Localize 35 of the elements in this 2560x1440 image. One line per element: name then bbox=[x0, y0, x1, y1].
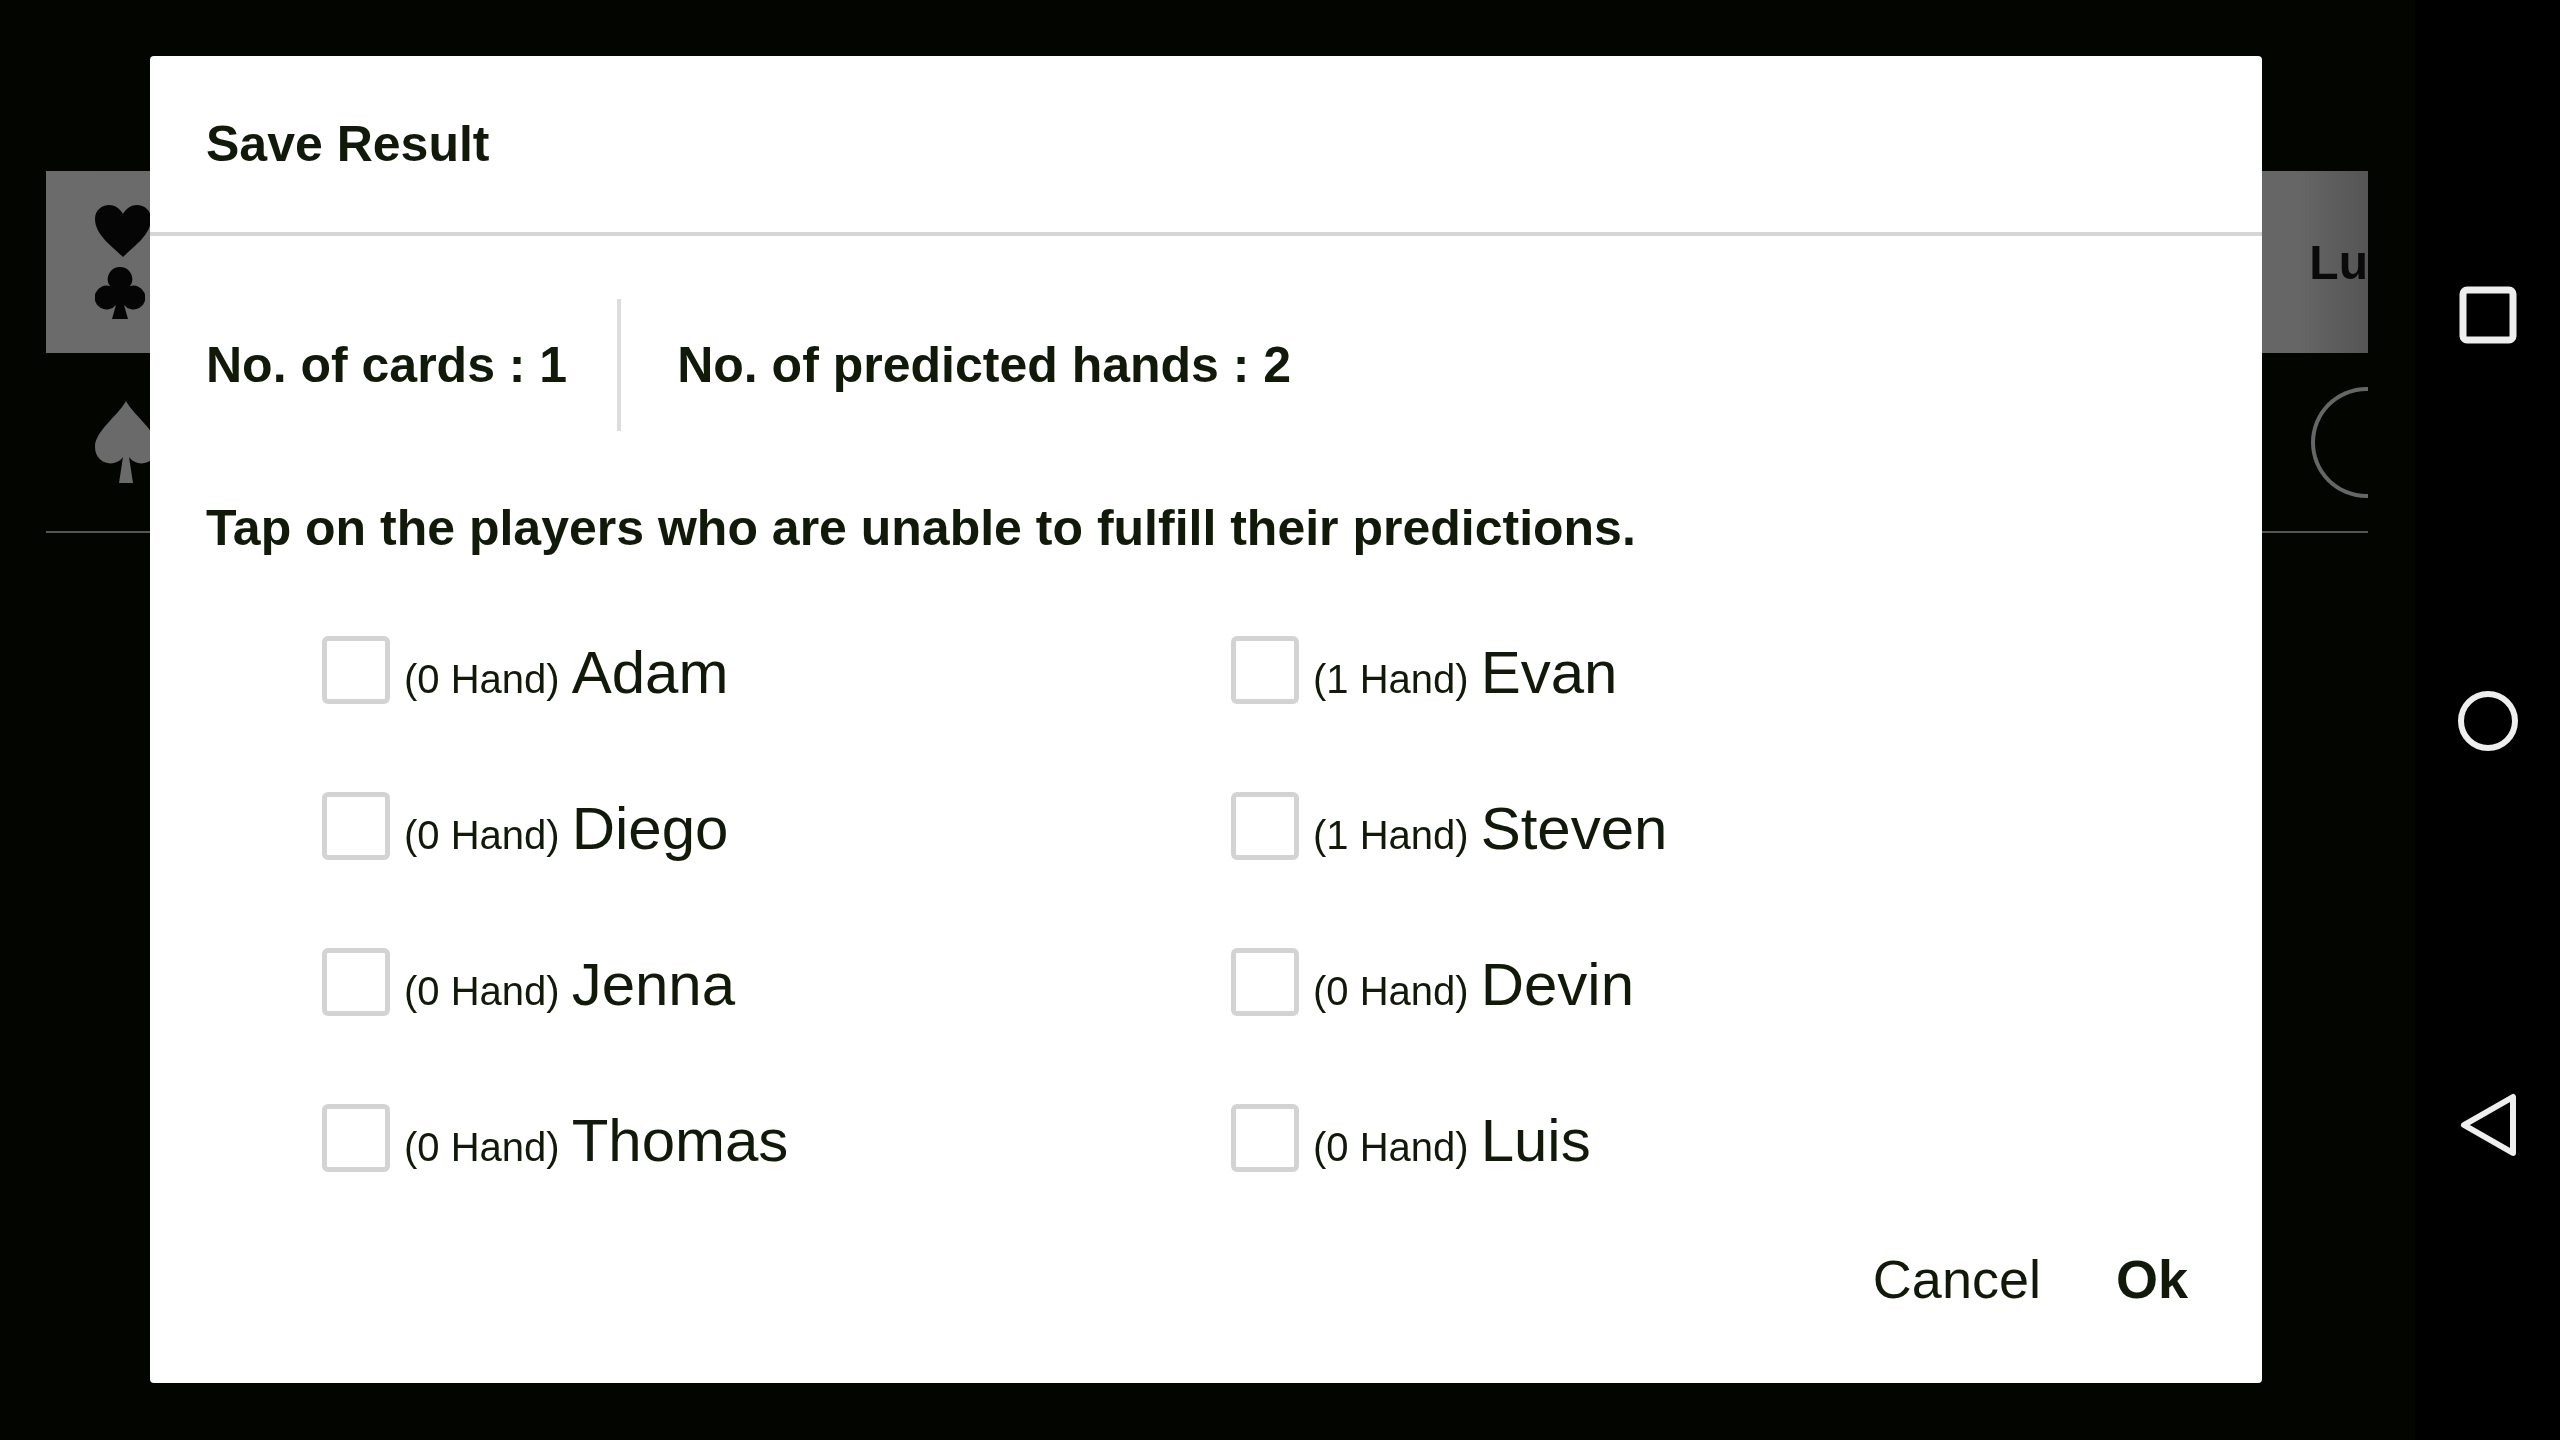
player-name: Thomas bbox=[571, 1105, 789, 1175]
checkbox[interactable] bbox=[1231, 636, 1299, 704]
hand-count: (0 Hand) bbox=[1313, 968, 1469, 1014]
heart-icon bbox=[95, 205, 151, 257]
club-icon bbox=[95, 267, 145, 319]
cancel-button[interactable]: Cancel bbox=[1856, 1229, 2057, 1329]
hand-count: (1 Hand) bbox=[1313, 812, 1469, 858]
player-name: Diego bbox=[571, 793, 729, 863]
checkbox[interactable] bbox=[1231, 792, 1299, 860]
stat-text: No. of cards : 1 bbox=[206, 336, 568, 394]
checkbox[interactable] bbox=[322, 636, 390, 704]
player-name: Lu bbox=[2309, 234, 2368, 290]
dialog-title: Save Result bbox=[206, 115, 490, 173]
hand-count: (0 Hand) bbox=[404, 1124, 560, 1170]
player-name: Evan bbox=[1480, 637, 1618, 707]
hand-count: (0 Hand) bbox=[404, 968, 560, 1014]
hand-count: (0 Hand) bbox=[404, 656, 560, 702]
stat-text: No. of predicted hands : 2 bbox=[677, 336, 1292, 394]
checkbox[interactable] bbox=[1231, 1104, 1299, 1172]
home-button[interactable] bbox=[2456, 690, 2519, 752]
player-name: Devin bbox=[1480, 949, 1635, 1019]
overview-button[interactable] bbox=[2458, 286, 2517, 344]
hand-count: (0 Hand) bbox=[404, 812, 560, 858]
checkbox[interactable] bbox=[322, 948, 390, 1016]
player-name: Jenna bbox=[571, 949, 736, 1019]
player-name: Adam bbox=[571, 637, 729, 707]
checkbox[interactable] bbox=[322, 792, 390, 860]
player-name: Luis bbox=[1480, 1105, 1591, 1175]
player-name: Steven bbox=[1480, 793, 1668, 863]
hand-count: (0 Hand) bbox=[1313, 1124, 1469, 1170]
checkbox[interactable] bbox=[1231, 948, 1299, 1016]
hand-count: (1 Hand) bbox=[1313, 656, 1469, 702]
checkbox[interactable] bbox=[322, 1104, 390, 1172]
ok-button[interactable]: Ok bbox=[2099, 1229, 2204, 1329]
instruction-text: Tap on the players who are unable to fulfill their predictions. bbox=[205, 499, 1637, 557]
